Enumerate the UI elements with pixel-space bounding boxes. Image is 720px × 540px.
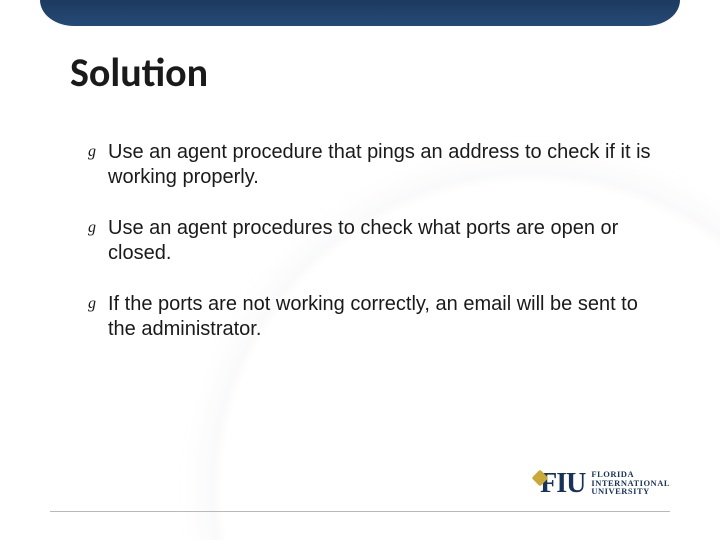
slide-title: Solution <box>70 48 208 97</box>
fiu-logo: FIU FLORIDA INTERNATIONAL UNIVERSITY <box>536 468 670 500</box>
logo-text: FLORIDA INTERNATIONAL UNIVERSITY <box>591 470 670 499</box>
logo-line-3: UNIVERSITY <box>591 487 670 496</box>
top-bar-decoration <box>40 0 680 26</box>
bullet-glyph-icon: g <box>88 294 93 314</box>
content-area: g Use an agent procedure that pings an a… <box>88 140 660 368</box>
logo-mark-text: FIU <box>540 468 585 499</box>
bullet-text: Use an agent procedures to check what po… <box>108 217 618 264</box>
slide: Solution g Use an agent procedure that p… <box>0 0 720 540</box>
bullet-text: Use an agent procedure that pings an add… <box>108 141 651 188</box>
bullet-item: g If the ports are not working correctly… <box>88 292 660 342</box>
bullet-item: g Use an agent procedures to check what … <box>88 216 660 266</box>
footer-divider <box>50 511 670 512</box>
bullet-text: If the ports are not working correctly, … <box>108 293 638 340</box>
bullet-item: g Use an agent procedure that pings an a… <box>88 140 660 190</box>
logo-mark: FIU <box>536 468 585 500</box>
bullet-glyph-icon: g <box>88 142 93 162</box>
bullet-glyph-icon: g <box>88 218 93 238</box>
